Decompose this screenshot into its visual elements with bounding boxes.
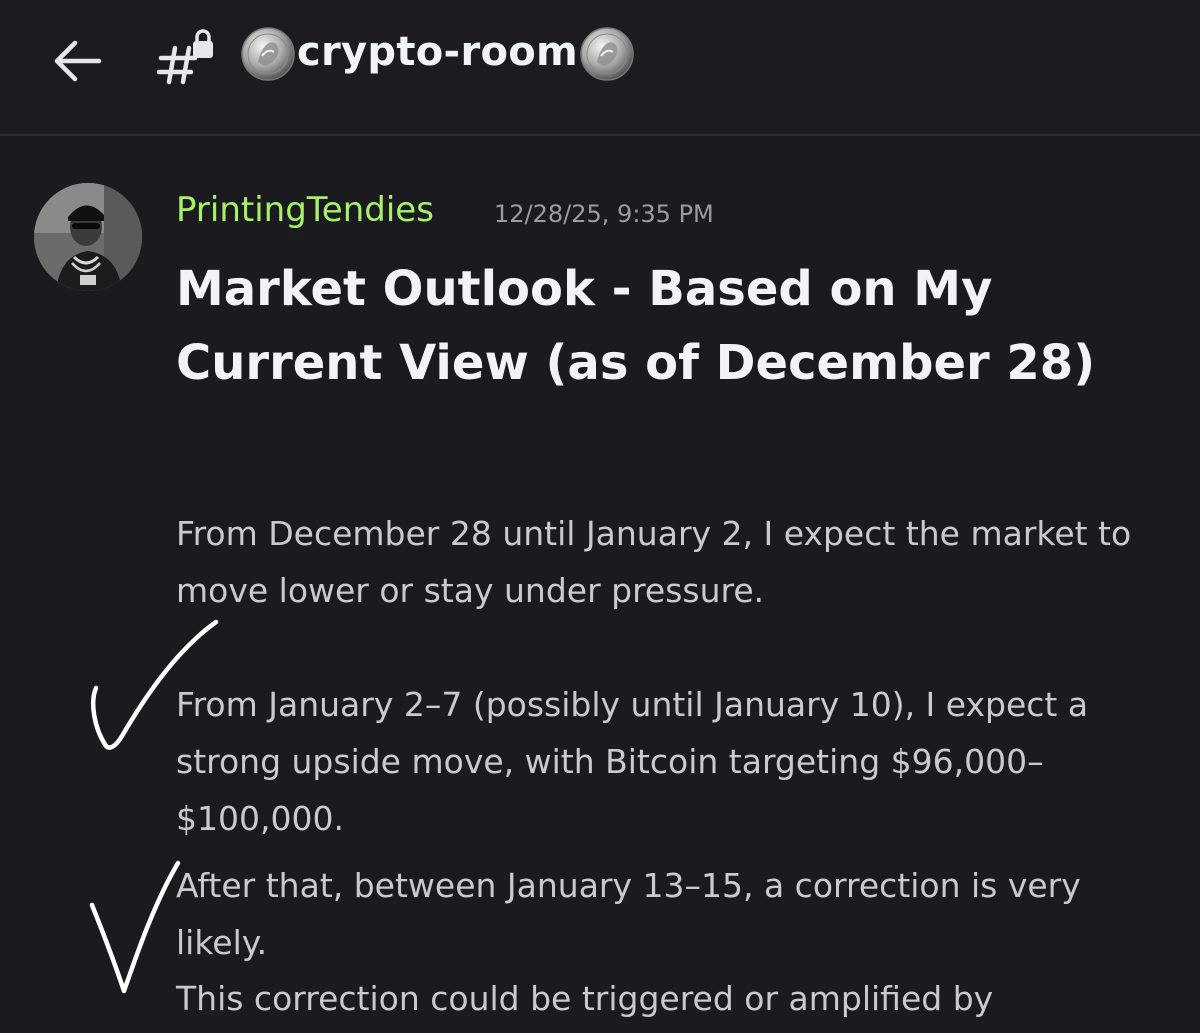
header-divider (0, 134, 1200, 136)
author-name[interactable]: PrintingTendies (176, 190, 434, 230)
message-paragraph: From December 28 until January 2, I expe… (176, 514, 1132, 610)
locked-hashtag-icon (155, 26, 217, 88)
message-paragraph: After that, between January 13–15, a cor… (176, 866, 1081, 962)
avatar[interactable] (34, 183, 142, 291)
message-paragraph: From January 2–7 (possibly until January… (176, 685, 1089, 838)
back-button[interactable] (46, 30, 108, 92)
message-paragraph: This correction could be triggered or am… (176, 979, 994, 1018)
user-portrait-image (34, 183, 142, 291)
message-timestamp: 12/28/25, 9:35 PM (494, 200, 714, 228)
silver-coin-icon (241, 27, 295, 81)
silver-coin-icon (580, 27, 634, 81)
arrow-left-icon (54, 40, 102, 82)
message-headline: Market Outlook - Based on My Current Vie… (176, 261, 1096, 391)
channel-title: crypto-room (240, 22, 635, 86)
channel-name: crypto-room (297, 29, 579, 75)
